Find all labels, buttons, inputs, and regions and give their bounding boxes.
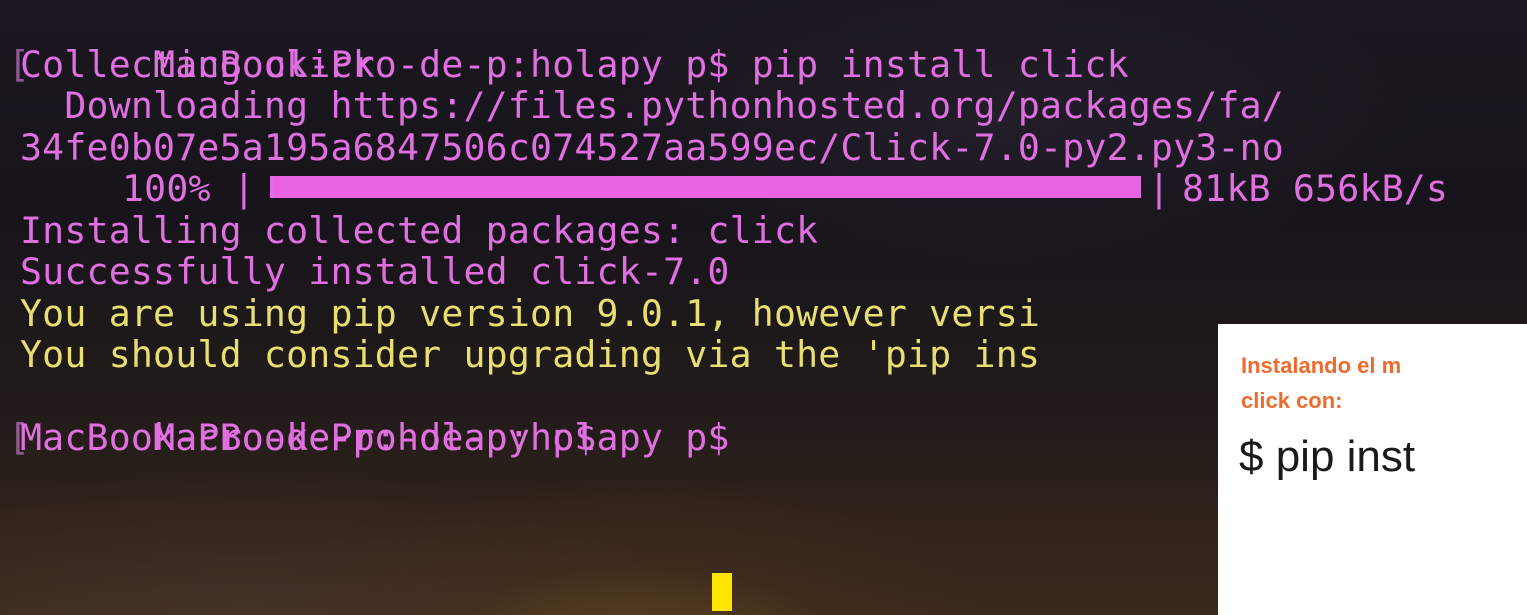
- note-title-line-1: Instalando el m: [1241, 353, 1402, 378]
- terminal-line-success: Successfully installed click-7.0: [20, 250, 730, 293]
- terminal-line-prompt-empty: [MacBook-Pro-de-p:holapy p$: [8, 376, 730, 459]
- progress-stats: 81kB 656kB/s: [1182, 167, 1449, 210]
- terminal-line-upgrade-hint: You should consider upgrading via the 'p…: [20, 333, 1041, 376]
- slide-note-card: Instalando el m click con: $ pip inst: [1218, 324, 1527, 615]
- terminal-line-pip-warning: You are using pip version 9.0.1, however…: [20, 291, 1041, 335]
- progress-bar-fill: [270, 176, 1141, 198]
- download-progress: 100% | | 81kB 656kB/s: [20, 168, 1448, 210]
- terminal-line-prompt-current[interactable]: MacBook-Pro-de-p:holapy p$: [20, 417, 619, 459]
- terminal-line-installing: Installing collected packages: click: [20, 208, 819, 252]
- note-title-line-2: click con:: [1241, 388, 1343, 413]
- terminal-cursor[interactable]: [712, 573, 732, 611]
- terminal-line-downloading: Downloading https://files.pythonhosted.o…: [20, 84, 1284, 127]
- note-title: Instalando el m click con:: [1241, 348, 1527, 418]
- desktop-background: [MacBook-Pro-de-p:holapy p$ pip install …: [0, 0, 1527, 615]
- terminal-line-prompt-command: [MacBook-Pro-de-p:holapy p$ pip install …: [8, 2, 1129, 85]
- terminal-line-url-continued: 34fe0b07e5a195a6847506c074527aa599ec/Cli…: [20, 125, 1284, 169]
- progress-bar-end: |: [1148, 167, 1171, 210]
- note-command: $ pip inst: [1239, 432, 1416, 481]
- terminal-line-collecting: Collecting click: [20, 42, 375, 86]
- progress-percent-label: 100% |: [122, 167, 256, 210]
